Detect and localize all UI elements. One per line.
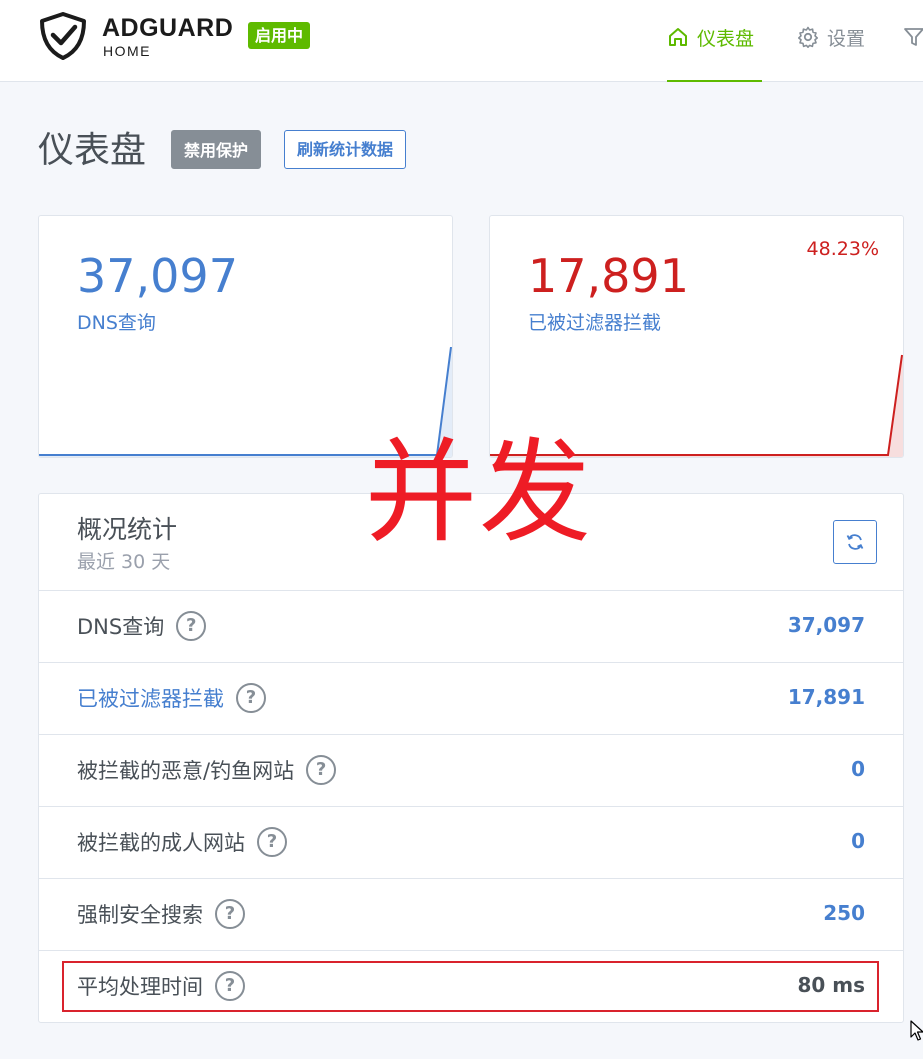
logo-title[interactable]: ADGUARD <box>102 14 233 42</box>
stats-row-average-processing-time: 平均处理时间? 80 ms <box>39 950 903 1022</box>
blocked-by-filters-card: 48.23% 17,891 已被过滤器拦截 <box>489 215 904 458</box>
stats-row-value: 0 <box>851 757 865 781</box>
blocked-label[interactable]: 已被过滤器拦截 <box>528 308 661 335</box>
page-title: 仪表盘 <box>38 130 147 171</box>
nav-settings[interactable]: 设置 <box>797 22 865 52</box>
stats-row-value: 17,891 <box>787 685 865 709</box>
overlay-annotation-text: 并发 <box>365 428 593 558</box>
protection-status-badge: 启用中 <box>248 22 311 49</box>
filter-icon <box>904 28 923 46</box>
stats-row-dns-queries: DNS查询? 37,097 <box>39 590 903 662</box>
stats-row-blocked-by-filters: 已被过滤器拦截? 17,891 <box>39 662 903 734</box>
gear-icon <box>798 26 818 48</box>
nav-filters[interactable] <box>903 22 923 52</box>
nav-active-underline <box>667 80 762 82</box>
stats-row-label: 被拦截的成人网站 <box>77 831 245 855</box>
stats-row-safe-search: 强制安全搜索? 250 <box>39 878 903 950</box>
logo-subtitle: HOME <box>103 43 151 59</box>
disable-protection-button[interactable]: 禁用保护 <box>171 130 262 169</box>
stats-row-label: DNS查询 <box>77 615 165 639</box>
stats-row-label[interactable]: 已被过滤器拦截 <box>77 683 224 713</box>
dns-queries-card: 37,097 DNS查询 <box>38 215 453 458</box>
dns-queries-label[interactable]: DNS查询 <box>77 308 156 335</box>
dns-queries-count: 37,097 <box>77 249 238 303</box>
stats-row-malware-phishing: 被拦截的恶意/钓鱼网站? 0 <box>39 734 903 806</box>
help-icon[interactable]: ? <box>257 827 287 857</box>
help-icon[interactable]: ? <box>176 611 207 641</box>
adguard-shield-logo-icon[interactable] <box>38 12 88 60</box>
mouse-cursor-icon <box>910 1020 923 1041</box>
stats-row-value: 80 ms <box>797 973 865 997</box>
nav-settings-label: 设置 <box>827 27 866 50</box>
nav-dashboard[interactable]: 仪表盘 <box>667 22 754 52</box>
stats-row-value: 37,097 <box>787 613 865 637</box>
blocked-count: 17,891 <box>528 249 689 303</box>
stats-row-value: 250 <box>823 901 865 925</box>
help-icon[interactable]: ? <box>306 755 337 785</box>
stats-row-value: 0 <box>851 829 865 853</box>
general-statistics-title: 概况统计 <box>77 515 178 544</box>
home-icon <box>669 28 687 46</box>
general-statistics-card: 概况统计 最近 30 天 DNS查询? 37,097 已被过滤器拦截? 17,8… <box>38 493 904 1023</box>
stats-row-label: 被拦截的恶意/钓鱼网站 <box>77 759 295 783</box>
refresh-statistics-button[interactable]: 刷新统计数据 <box>284 130 407 169</box>
stats-row-adult-websites: 被拦截的成人网站? 0 <box>39 806 903 878</box>
reload-statistics-button[interactable] <box>833 520 877 564</box>
refresh-icon <box>846 534 864 550</box>
nav-dashboard-label: 仪表盘 <box>697 27 755 50</box>
top-header: ADGUARD HOME 启用中 仪表盘 设置 <box>0 0 923 82</box>
general-statistics-period: 最近 30 天 <box>77 551 171 573</box>
help-icon[interactable]: ? <box>215 899 245 929</box>
stats-row-label: 平均处理时间 <box>77 975 203 999</box>
help-icon[interactable]: ? <box>215 971 245 1001</box>
blocked-percentage: 48.23% <box>806 238 879 260</box>
help-icon[interactable]: ? <box>236 683 266 713</box>
stats-row-label: 强制安全搜索 <box>77 903 203 927</box>
